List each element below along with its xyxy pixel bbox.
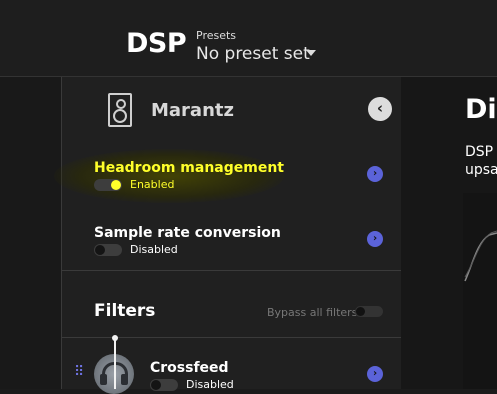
chevron-down-icon[interactable]: [306, 50, 316, 56]
headroom-open-button[interactable]: ›: [367, 166, 383, 182]
graph-thumbnail: [463, 193, 497, 389]
detail-pane: Dig DSP upsa: [401, 77, 497, 389]
filters-heading: Filters: [94, 301, 156, 321]
crossfeed-open-button[interactable]: ›: [367, 366, 383, 382]
speaker-icon: [108, 93, 132, 127]
preset-dropdown[interactable]: No preset set: [196, 44, 310, 64]
left-strip: [0, 77, 61, 389]
detail-text-line-1: DSP: [465, 144, 494, 160]
detail-title: Dig: [465, 94, 497, 125]
divider: [62, 270, 401, 271]
detail-text-line-2: upsa: [465, 162, 497, 178]
highlight-glow: [54, 149, 284, 203]
chevron-right-icon: ›: [372, 368, 378, 379]
crossfeed-status: Disabled: [186, 378, 234, 391]
crossfeed-title[interactable]: Crossfeed: [150, 360, 229, 376]
back-button[interactable]: ‹: [368, 97, 392, 121]
mouse-cursor-dot: [112, 335, 118, 341]
chevron-right-icon: ›: [372, 233, 378, 244]
device-name: Marantz: [151, 100, 234, 121]
headroom-title[interactable]: Headroom management: [94, 160, 284, 176]
page-title: DSP: [126, 28, 187, 59]
sample-rate-toggle[interactable]: [94, 244, 122, 256]
sample-rate-title[interactable]: Sample rate conversion: [94, 225, 281, 241]
sample-rate-open-button[interactable]: ›: [367, 231, 383, 247]
drag-handle-icon[interactable]: ⠿: [74, 365, 84, 379]
top-bar: DSP Presets No preset set: [0, 0, 497, 77]
presets-label: Presets: [196, 29, 237, 42]
sample-rate-status: Disabled: [130, 243, 178, 256]
bypass-all-label: Bypass all filters: [267, 306, 358, 319]
headroom-toggle[interactable]: [94, 179, 122, 191]
crossfeed-toggle[interactable]: [150, 379, 178, 391]
headroom-status: Enabled: [130, 178, 175, 191]
chevron-right-icon: ›: [372, 168, 378, 179]
mouse-cursor-line: [114, 339, 116, 389]
dsp-settings-panel: Marantz ‹ Headroom management Enabled › …: [54, 77, 402, 394]
chevron-left-icon: ‹: [376, 99, 384, 117]
bypass-all-toggle[interactable]: [355, 306, 383, 317]
